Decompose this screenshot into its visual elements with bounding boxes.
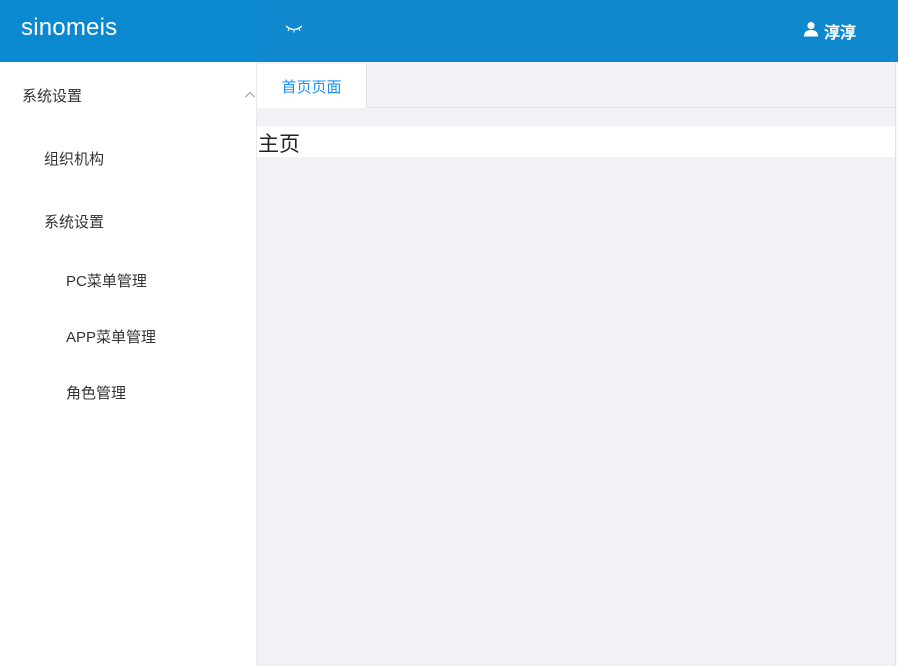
sidebar-item-system-settings-sub[interactable]: 系统设置 <box>0 201 300 241</box>
tab-home[interactable]: 首页页面 <box>257 64 367 108</box>
sidebar-item-organization[interactable]: 组织机构 <box>0 138 300 178</box>
page-title: 主页 <box>258 133 300 156</box>
user-name: 淳淳 <box>823 25 856 42</box>
sidebar-item-label: 系统设置 <box>44 213 105 231</box>
chevron-up-icon <box>244 88 256 100</box>
sidebar-item-system-settings[interactable]: 系统设置 <box>0 75 278 115</box>
logo-bar: sinomeis <box>0 0 257 62</box>
brand-logo[interactable]: sinomeis <box>21 14 117 42</box>
main-area: 首页页面 主页 <box>257 62 898 666</box>
top-header: 淳淳 <box>257 0 898 62</box>
sidebar-item-label: 系统设置 <box>22 87 83 105</box>
sidebar-item-label: PC菜单管理 <box>66 272 147 290</box>
user-menu[interactable]: 淳淳 <box>803 20 856 42</box>
sidebar: 系统设置 组织机构 系统设置 PC菜单管理 APP菜单管理 角色管理 <box>0 62 277 666</box>
tab-bar: 首页页面 <box>257 62 898 108</box>
user-icon <box>803 21 824 42</box>
sidebar-item-label: 角色管理 <box>66 384 127 402</box>
sidebar-item-label: APP菜单管理 <box>66 328 157 346</box>
content-card: 主页 <box>257 126 895 157</box>
sidebar-item-label: 组织机构 <box>44 150 105 168</box>
menu-collapse-icon[interactable] <box>283 20 305 36</box>
